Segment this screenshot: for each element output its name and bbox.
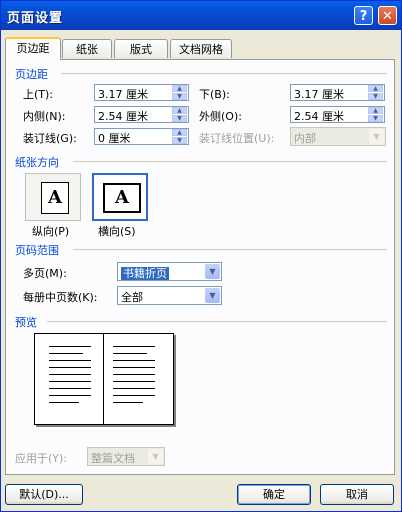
orientation-group-label: 纸张方向 [15,156,59,169]
dialog-title: 页面设置 [7,11,64,26]
sheets-per-booklet-select[interactable]: 全部 ▼ [117,286,222,305]
default-button[interactable]: 默认(D)... [5,484,83,505]
gutter-value: 0 厘米 [98,132,131,145]
tab-layout[interactable]: 版式 [114,39,168,58]
top-margin-spinner[interactable]: 3.17 厘米 ▲ ▼ [94,84,189,101]
spin-down-icon[interactable]: ▼ [368,93,383,100]
bottom-margin-value: 3.17 厘米 [294,88,344,101]
spin-up-icon[interactable]: ▲ [368,107,383,114]
chevron-down-icon[interactable]: ▼ [148,449,163,464]
preview-group-label: 预览 [15,316,37,329]
landscape-button[interactable]: A [92,173,148,221]
outside-margin-value: 2.54 厘米 [294,110,344,123]
portrait-label: 纵向(P) [32,225,70,238]
chevron-down-icon[interactable]: ▼ [205,264,220,279]
multiple-pages-select[interactable]: 书籍折页 ▼ [117,262,222,281]
spin-up-icon[interactable]: ▲ [368,85,383,92]
spin-up-icon[interactable]: ▲ [172,107,187,114]
spin-down-icon[interactable]: ▼ [172,93,187,100]
page-setup-dialog: 页面设置 ? ✕ 页边距 纸张 版式 文档网格 页边距 上(T): 3.17 厘… [0,0,402,512]
apply-to-label: 应用于(Y): [15,452,68,465]
gutter-label: 装订线(G): [23,132,77,145]
apply-to-value: 整篇文档 [91,452,135,465]
multiple-pages-value: 书籍折页 [121,267,169,280]
chevron-down-icon[interactable]: ▼ [369,129,384,144]
spin-up-icon[interactable]: ▲ [172,129,187,136]
landscape-label: 横向(S) [98,225,136,238]
spin-down-icon[interactable]: ▼ [172,137,187,144]
inside-margin-value: 2.54 厘米 [98,110,148,123]
close-button[interactable]: ✕ [378,6,397,25]
gutter-position-value: 内部 [294,132,316,145]
landscape-page-icon: A [103,183,141,213]
bottom-margin-spinner[interactable]: 3.17 厘米 ▲ ▼ [290,84,385,101]
tab-paper[interactable]: 纸张 [62,39,112,58]
group-divider [73,161,387,162]
outside-margin-spinner[interactable]: 2.54 厘米 ▲ ▼ [290,106,385,123]
portrait-page-icon: A [41,182,69,214]
top-margin-label: 上(T): [23,88,54,101]
spin-down-icon[interactable]: ▼ [368,115,383,122]
portrait-button[interactable]: A [25,173,81,221]
preview-fold-line [103,334,104,424]
sheets-per-booklet-label: 每册中页数(K): [23,291,98,304]
multiple-pages-label: 多页(M): [23,267,67,280]
top-margin-value: 3.17 厘米 [98,88,148,101]
outside-margin-label: 外侧(O): [199,110,242,123]
group-divider [61,73,387,74]
spin-down-icon[interactable]: ▼ [172,115,187,122]
cancel-button[interactable]: 取消 [320,484,394,505]
chevron-down-icon[interactable]: ▼ [205,288,220,303]
sheets-per-booklet-value: 全部 [121,291,143,304]
group-divider [47,321,387,322]
gutter-position-select[interactable]: 内部 ▼ [290,127,386,146]
inside-margin-label: 内侧(N): [23,110,66,123]
gutter-position-label: 装订线位置(U): [199,132,275,145]
booklet-preview [34,333,174,425]
margins-group-label: 页边距 [15,68,48,81]
bottom-margin-label: 下(B): [199,88,230,101]
ok-button[interactable]: 确定 [237,484,311,505]
group-divider [73,249,387,250]
title-bar[interactable]: 页面设置 ? ✕ [1,1,401,30]
tab-margins[interactable]: 页边距 [5,37,61,60]
spin-up-icon[interactable]: ▲ [172,85,187,92]
inside-margin-spinner[interactable]: 2.54 厘米 ▲ ▼ [94,106,189,123]
gutter-spinner[interactable]: 0 厘米 ▲ ▼ [94,128,189,145]
pages-group-label: 页码范围 [15,244,59,257]
apply-to-select[interactable]: 整篇文档 ▼ [87,447,165,466]
tab-document-grid[interactable]: 文档网格 [170,39,232,58]
help-button[interactable]: ? [354,6,373,25]
